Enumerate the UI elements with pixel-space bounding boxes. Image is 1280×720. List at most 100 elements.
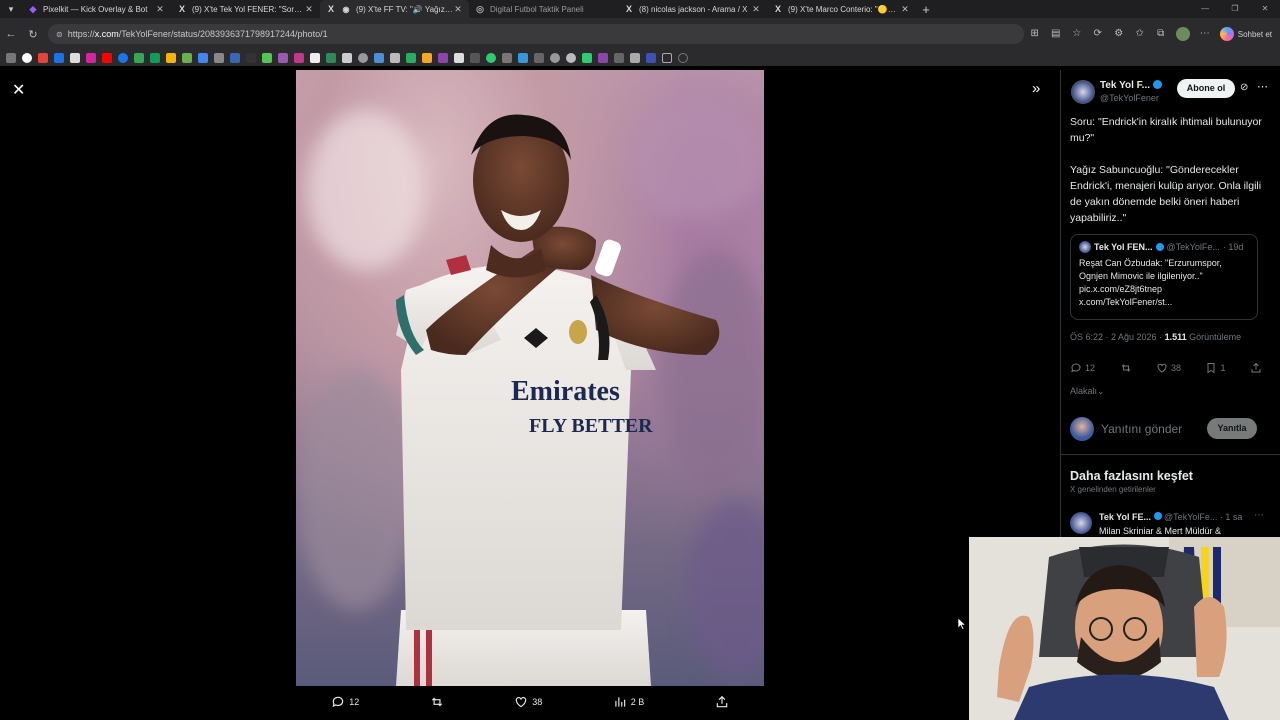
youtube-icon[interactable] xyxy=(102,53,112,63)
close-window-icon[interactable]: ✕ xyxy=(1250,0,1280,18)
bookmark-icon[interactable] xyxy=(406,53,416,63)
more-menu-icon[interactable]: ⋯ xyxy=(1199,28,1211,40)
bookmark-icon[interactable] xyxy=(598,53,608,63)
bookmark-icon[interactable] xyxy=(566,53,576,63)
bookmark-icon[interactable] xyxy=(518,53,528,63)
bookmark-icon[interactable] xyxy=(502,53,512,63)
quoted-tweet[interactable]: Tek Yol FEN... @TekYolFe... · 19d Reşat … xyxy=(1070,234,1258,320)
bookmark-icon[interactable] xyxy=(182,53,192,63)
audio-playing-icon[interactable]: ◉ xyxy=(341,4,351,14)
bookmark-icon[interactable] xyxy=(534,53,544,63)
tab-list-menu-icon[interactable]: ▾ xyxy=(0,0,22,18)
collections-icon[interactable]: ⧉ xyxy=(1155,28,1167,40)
bookmark-icon[interactable] xyxy=(310,53,320,63)
bookmark-icon[interactable] xyxy=(422,53,432,63)
bookmark-icon[interactable] xyxy=(486,53,496,63)
share-action[interactable] xyxy=(715,695,729,709)
author-name-row[interactable]: Tek Yol F... xyxy=(1100,80,1163,91)
copilot-chat-button[interactable]: Sohbet et xyxy=(1219,27,1272,41)
bookmark-icon[interactable] xyxy=(150,53,160,63)
bookmark-icon[interactable] xyxy=(342,53,352,63)
reply-stat[interactable]: 12 xyxy=(1070,362,1095,374)
tab-nicolas[interactable]: X (8) nicolas jackson - Arama / X ✕ xyxy=(618,0,767,18)
bookmark-stat[interactable]: 1 xyxy=(1205,362,1226,374)
favorites-icon[interactable]: ✩ xyxy=(1134,28,1146,40)
tab-close-icon[interactable]: ✕ xyxy=(304,4,314,15)
related-dropdown[interactable]: Alakalı⌄ xyxy=(1070,386,1105,397)
tab-close-icon[interactable]: ✕ xyxy=(751,4,761,15)
bookmark-icon[interactable] xyxy=(278,53,288,63)
tab-taktik[interactable]: ◎ Digital Futbol Taktik Paneli xyxy=(469,0,618,18)
author-avatar[interactable] xyxy=(1071,80,1095,104)
profile-avatar[interactable] xyxy=(1175,27,1190,41)
grok-icon[interactable]: ⊘ xyxy=(1240,82,1248,93)
like-action[interactable]: 38 xyxy=(514,695,542,709)
bookmark-icon[interactable] xyxy=(166,53,176,63)
bookmark-icon[interactable] xyxy=(550,53,560,63)
bookmark-icon[interactable] xyxy=(614,53,624,63)
tab-tekyol[interactable]: X (9) X'te Tek Yol FENER: "Soru: "End ✕ xyxy=(171,0,320,18)
instagram-icon[interactable] xyxy=(86,53,96,63)
site-info-icon[interactable]: ⊜ xyxy=(56,30,63,39)
bookmark-icon[interactable] xyxy=(630,53,640,63)
post-author-avatar[interactable] xyxy=(1070,512,1092,534)
views-action[interactable]: 2 B xyxy=(613,695,644,709)
bookmark-icon[interactable] xyxy=(582,53,592,63)
tab-pixelkit[interactable]: ◆ Pixelkit — Kick Overlay & Bot ✕ xyxy=(22,0,171,18)
tweet-views-count: 1.511 xyxy=(1164,332,1187,342)
extensions-icon[interactable]: ⚙ xyxy=(1113,28,1125,40)
tab-close-icon[interactable]: ✕ xyxy=(900,4,910,15)
bookmark-icon[interactable] xyxy=(374,53,384,63)
new-tab-icon[interactable]: + xyxy=(916,2,936,17)
bookmark-icon[interactable] xyxy=(438,53,448,63)
minimize-icon[interactable]: — xyxy=(1190,0,1220,18)
folder-icon[interactable] xyxy=(662,53,672,63)
author-handle[interactable]: @TekYolFener xyxy=(1100,93,1159,103)
facebook-icon[interactable] xyxy=(118,53,128,63)
more-options-icon[interactable]: ⋯ xyxy=(1254,510,1264,521)
sync-icon[interactable]: ⟳ xyxy=(1092,28,1104,40)
google-icon[interactable] xyxy=(22,53,32,63)
bookmark-icon[interactable] xyxy=(646,53,656,63)
back-icon[interactable]: ← xyxy=(0,28,22,40)
reply-button[interactable]: Yanıtla xyxy=(1207,418,1257,439)
x-logo-icon[interactable] xyxy=(70,53,80,63)
bookmark-icon[interactable] xyxy=(326,53,336,63)
link-icon[interactable] xyxy=(678,53,688,63)
bookmark-icon[interactable] xyxy=(470,53,480,63)
tab-marco[interactable]: X (9) X'te Marco Conterio: "🟡🔵🚨 ✕ xyxy=(767,0,916,18)
repost-action[interactable] xyxy=(430,695,444,709)
bookmark-icon[interactable] xyxy=(454,53,464,63)
tweet-time[interactable]: ÖS 6:22 · 2 Ağu 2026 · xyxy=(1070,332,1165,342)
reload-icon[interactable]: ↻ xyxy=(22,28,44,41)
bookmark-icon[interactable] xyxy=(198,53,208,63)
url-field[interactable]: ⊜ https://x.com/TekYolFener/status/20839… xyxy=(48,24,1024,44)
collapse-panel-icon[interactable]: » xyxy=(1032,80,1040,97)
drive-icon[interactable] xyxy=(134,53,144,63)
app-icon[interactable]: ⊞ xyxy=(1029,28,1041,40)
more-options-icon[interactable]: ⋯ xyxy=(1257,80,1268,93)
tab-close-icon[interactable]: ✕ xyxy=(155,4,165,15)
follow-button[interactable]: Abone ol xyxy=(1177,79,1235,98)
share-stat[interactable] xyxy=(1250,362,1262,374)
repost-stat[interactable] xyxy=(1120,362,1132,374)
maximize-icon[interactable]: ❐ xyxy=(1220,0,1250,18)
like-stat[interactable]: 38 xyxy=(1156,362,1181,374)
bookmark-icon[interactable] xyxy=(230,53,240,63)
bookmark-icon[interactable] xyxy=(246,53,256,63)
reader-icon[interactable]: ▤ xyxy=(1050,28,1062,40)
bookmark-icon[interactable] xyxy=(262,53,272,63)
reply-input[interactable]: Yanıtını gönder xyxy=(1101,422,1182,436)
favorite-star-icon[interactable]: ☆ xyxy=(1071,28,1083,40)
bookmark-icon[interactable] xyxy=(358,53,368,63)
bookmark-icon[interactable] xyxy=(6,53,16,63)
outlook-icon[interactable] xyxy=(54,53,64,63)
bookmark-icon[interactable] xyxy=(294,53,304,63)
close-icon[interactable]: ✕ xyxy=(12,80,25,100)
bookmark-icon[interactable] xyxy=(214,53,224,63)
tab-fftv[interactable]: X ◉ (9) X'te FF TV: "🔊 Yağız Sabu ✕ xyxy=(320,0,469,18)
gmail-icon[interactable] xyxy=(38,53,48,63)
tab-close-icon[interactable]: ✕ xyxy=(453,4,463,15)
reply-action[interactable]: 12 xyxy=(331,695,359,709)
bookmark-icon[interactable] xyxy=(390,53,400,63)
